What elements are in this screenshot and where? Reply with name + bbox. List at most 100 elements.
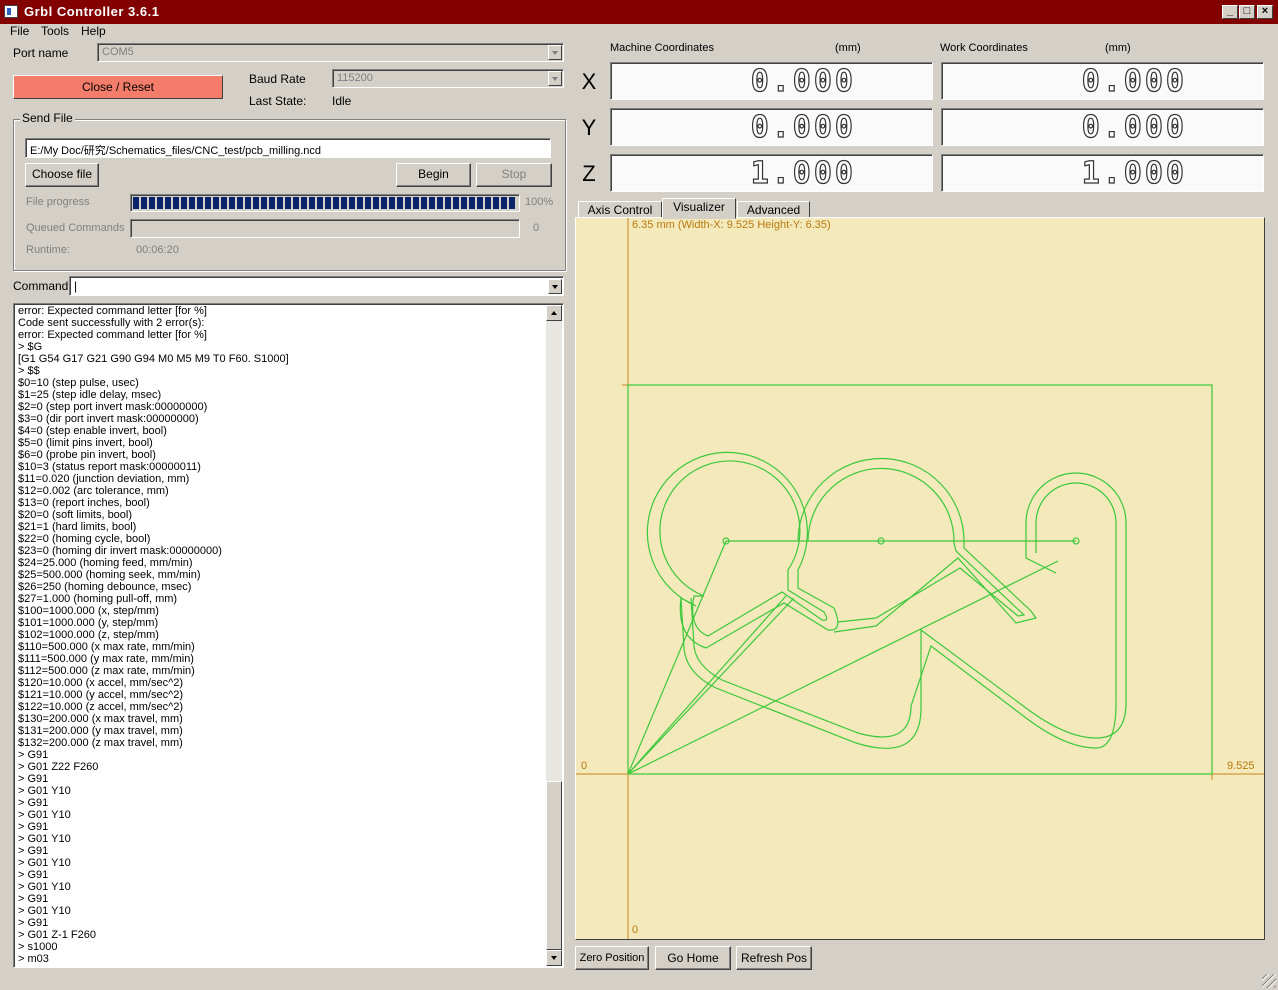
minimize-button[interactable]: _ (1222, 5, 1238, 19)
console-line: > G91 (18, 797, 49, 809)
console-line: $21=1 (hard limits, bool) (18, 521, 137, 533)
work-y-display: 0.000 (941, 108, 1264, 146)
console-line: $24=25.000 (homing feed, mm/min) (18, 557, 193, 569)
queued-commands-value: 0 (533, 222, 540, 234)
console-line: > G91 (18, 845, 49, 857)
console-line: > G91 (18, 917, 49, 929)
zero-position-button[interactable]: Zero Position (575, 946, 649, 970)
work-y-value: 0.000 (1081, 110, 1187, 145)
zero-position-label: Zero Position (579, 952, 645, 964)
baud-rate-value: 115200 (337, 72, 373, 84)
begin-button[interactable]: Begin (396, 163, 471, 187)
runtime-value: 00:06:20 (136, 244, 179, 256)
baud-rate-label: Baud Rate (249, 72, 306, 86)
chevron-down-icon (548, 71, 562, 86)
machine-z-value: 1.000 (750, 156, 856, 191)
console-line: $3=0 (dir port invert mask:00000000) (18, 413, 199, 425)
tab-visualizer[interactable]: Visualizer (662, 198, 736, 219)
toolpath-left-ring-outer (646, 451, 839, 649)
console-line: $11=0.020 (junction deviation, mm) (18, 473, 190, 485)
last-state-value: Idle (332, 94, 352, 108)
baud-rate-select[interactable]: 115200 (332, 69, 564, 88)
console-line: $25=500.000 (homing seek, mm/min) (18, 569, 201, 581)
console-line: > G01 Y10 (18, 809, 71, 821)
console-output[interactable]: error: Expected command letter [for %] Co… (13, 303, 564, 968)
menu-help[interactable]: Help (81, 24, 106, 38)
console-line: > G91 (18, 869, 49, 881)
console-line: $132=200.000 (z max travel, mm) (18, 737, 183, 749)
toolpath-ray-2 (627, 595, 787, 775)
resize-grip-icon[interactable] (1262, 974, 1276, 988)
console-line: > G01 Y10 (18, 857, 71, 869)
stop-button[interactable]: Stop (476, 163, 552, 187)
visualizer-right-label: 9.525 (1227, 760, 1255, 772)
console-line: $5=0 (limit pins invert, bool) (18, 437, 153, 449)
command-input[interactable]: | (69, 276, 564, 296)
console-line: > $G (18, 341, 43, 353)
console-line: $27=1.000 (homing pull-off, mm) (18, 593, 178, 605)
file-progress-label: File progress (26, 196, 90, 208)
toolpath-ray-3 (627, 560, 1059, 775)
port-name-label: Port name (13, 46, 69, 60)
console-line: > G01 Y10 (18, 881, 71, 893)
menu-tools[interactable]: Tools (41, 24, 69, 38)
console-line: $20=0 (soft limits, bool) (18, 509, 133, 521)
choose-file-button[interactable]: Choose file (25, 163, 99, 187)
tab-axis-control[interactable]: Axis Control (578, 201, 662, 218)
machine-coordinates-label: Machine Coordinates (610, 42, 714, 54)
console-line: $110=500.000 (x max rate, mm/min) (18, 641, 195, 653)
toolpath-canvas (576, 218, 1264, 939)
scroll-down-icon[interactable] (546, 950, 562, 966)
refresh-pos-button[interactable]: Refresh Pos (736, 946, 812, 970)
maximize-button[interactable]: □ (1239, 5, 1255, 19)
console-line: [G1 G54 G17 G21 G90 G94 M0 M5 M9 T0 F60.… (18, 353, 289, 365)
console-line: > $$ (18, 365, 40, 377)
file-path-field[interactable]: E:/My Doc/研究/Schematics_files/CNC_test/p… (25, 138, 551, 158)
visualizer-panel[interactable]: 6.35 mm (Width-X: 9.525 Height-Y: 6.35) … (575, 217, 1265, 940)
choose-file-label: Choose file (31, 167, 93, 181)
console-line: > G01 Z22 F260 (18, 761, 99, 773)
menu-file[interactable]: File (10, 24, 29, 38)
console-line: $26=250 (homing debounce, msec) (18, 581, 192, 593)
console-line: > G91 (18, 773, 49, 785)
tab-advanced[interactable]: Advanced (737, 201, 810, 218)
axis-y-label: Y (581, 115, 597, 140)
app-icon (4, 5, 18, 18)
work-z-value: 1.000 (1081, 156, 1187, 191)
console-line: $1=25 (step idle delay, msec) (18, 389, 162, 401)
machine-y-value: 0.000 (750, 110, 856, 145)
last-state-label: Last State: (249, 94, 307, 108)
scroll-up-icon[interactable] (546, 305, 562, 321)
machine-z-display: 1.000 (610, 154, 933, 192)
command-value: | (74, 279, 78, 293)
chevron-down-icon (548, 45, 562, 60)
port-name-value: COM5 (102, 46, 134, 58)
console-line: error: Expected command letter [for %] (18, 305, 207, 317)
console-line: > G91 (18, 749, 49, 761)
console-line: $112=500.000 (z max rate, mm/min) (18, 665, 195, 677)
console-line: $121=10.000 (y accel, mm/sec^2) (18, 689, 184, 701)
console-line: $101=1000.000 (y, step/mm) (18, 617, 159, 629)
go-home-button[interactable]: Go Home (655, 946, 731, 970)
console-line: $120=10.000 (x accel, mm/sec^2) (18, 677, 184, 689)
close-window-button[interactable]: × (1257, 5, 1273, 19)
port-name-select[interactable]: COM5 (97, 43, 564, 62)
console-line: $131=200.000 (y max travel, mm) (18, 725, 183, 737)
console-line: > G01 Z-1 F260 (18, 929, 96, 941)
console-line: > G91 (18, 821, 49, 833)
console-line: Code sent successfully with 2 error(s): (18, 317, 205, 329)
toolpath-ray-4 (627, 597, 795, 775)
console-line: $122=10.000 (z accel, mm/sec^2) (18, 701, 184, 713)
visualizer-bottom-label: 0 (632, 924, 639, 936)
close-reset-button[interactable]: Close / Reset (13, 75, 223, 99)
toolpath-center-ring-inner (807, 467, 1026, 623)
console-line: error: Expected command letter [for %] (18, 329, 207, 341)
toolpath-bottom-loop-outer (680, 472, 1127, 749)
chevron-down-icon[interactable] (548, 279, 562, 294)
visualizer-top-label: 6.35 mm (Width-X: 9.525 Height-Y: 6.35) (632, 219, 831, 231)
visualizer-origin-label: 0 (581, 760, 588, 772)
scroll-thumb[interactable] (546, 781, 562, 950)
machine-y-display: 0.000 (610, 108, 933, 146)
console-scrollbar[interactable] (546, 305, 562, 966)
work-z-display: 1.000 (941, 154, 1264, 192)
